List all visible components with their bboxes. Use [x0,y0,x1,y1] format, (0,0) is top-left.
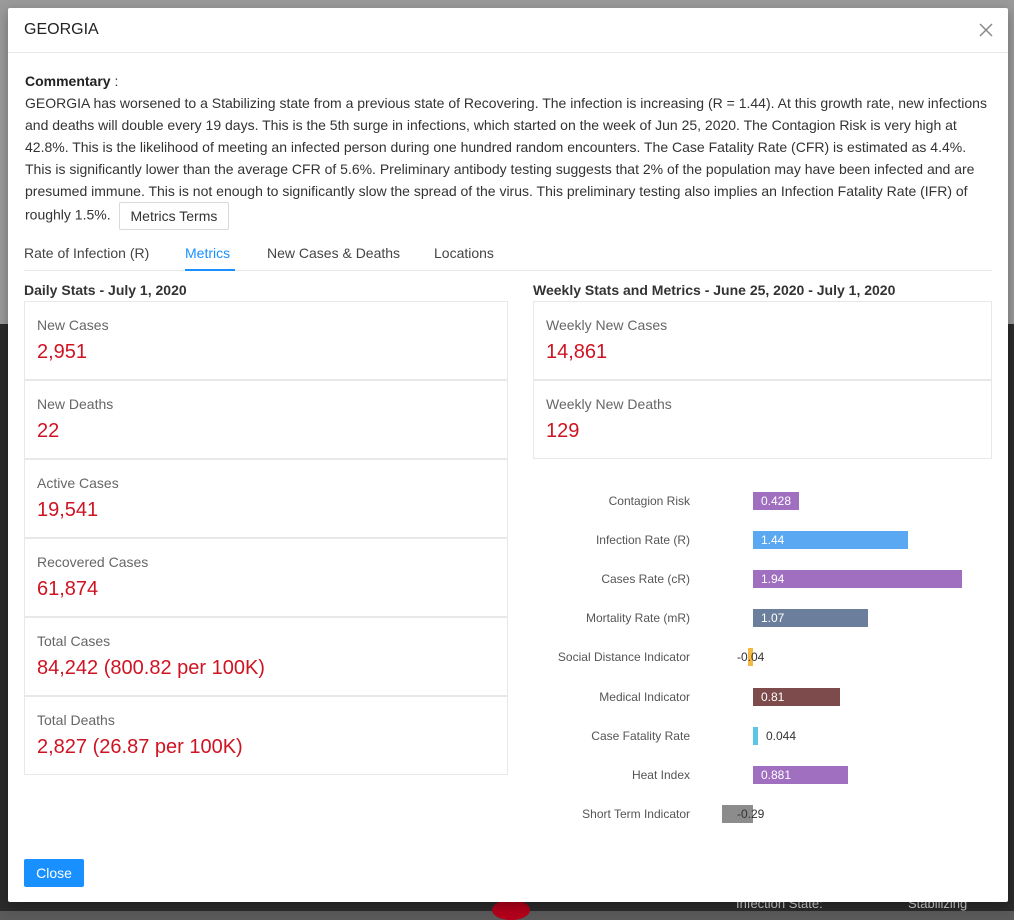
bar-value-short-term-indicator: -0.29 [737,806,765,821]
tab-new-cases-deaths[interactable]: New Cases & Deaths [267,245,400,261]
bar-case-fatality-rate [753,726,758,745]
modal-header: GEORGIA [8,8,1008,53]
commentary: Commentary : GEORGIA has worsened to a S… [25,70,991,230]
stat-card-active-cases: Active Cases 19,541 [24,459,508,538]
bar-value-medical-indicator: 0.81 [761,689,785,704]
bar-label-social-distance-indicator: Social Distance Indicator [557,650,690,665]
stat-label: Total Deaths [37,712,115,728]
stat-label: Recovered Cases [37,554,149,570]
stat-value: 61,874 [37,578,99,600]
bar-value-mortality-rate-mr: 1.07 [761,611,785,626]
stat-label: New Cases [37,317,109,333]
background-map-marker [492,900,530,920]
state-details-modal: GEORGIA Commentary : GEORGIA has worsene… [8,8,1008,902]
active-tab-indicator [185,269,235,271]
stat-value: 2,951 [37,341,88,363]
bar-label-medical-indicator: Medical Indicator [599,689,690,704]
stat-label: Weekly New Cases [546,317,668,333]
bar-value-cases-rate-cr: 1.94 [761,572,785,587]
bar-value-case-fatality-rate: 0.044 [766,728,797,743]
tab-metrics[interactable]: Metrics [185,245,230,261]
weekly-stats-title: Weekly Stats and Metrics - June 25, 2020… [533,282,896,298]
tab-locations[interactable]: Locations [434,245,494,261]
close-icon[interactable] [976,20,996,40]
stat-label: Weekly New Deaths [546,396,672,412]
bar-label-case-fatality-rate: Case Fatality Rate [591,728,690,743]
bar-label-mortality-rate-mr: Mortality Rate (mR) [585,611,690,626]
stat-card-weekly-new-deaths: Weekly New Deaths 129 [533,380,992,459]
tab-bar: Rate of Infection (R) Metrics New Cases … [24,240,992,271]
stat-card-total-cases: Total Cases 84,242 (800.82 per 100K) [24,617,508,696]
metrics-terms-button[interactable]: Metrics Terms [118,202,230,230]
bar-label-short-term-indicator: Short Term Indicator [582,806,690,821]
stat-card-new-cases: New Cases 2,951 [24,301,508,380]
stat-value: 129 [546,420,580,442]
bar-label-infection-rate-r: Infection Rate (R) [595,533,690,548]
stat-label: Total Cases [37,633,111,649]
stat-label: Active Cases [37,475,119,491]
stat-card-total-deaths: Total Deaths 2,827 (26.87 per 100K) [24,696,508,775]
stat-value: 14,861 [546,341,608,363]
stat-label: New Deaths [37,396,114,412]
bar-value-infection-rate-r: 1.44 [761,533,785,548]
bar-label-cases-rate-cr: Cases Rate (cR) [601,572,690,587]
stat-value: 19,541 [37,499,99,521]
bar-value-social-distance-indicator: -0.04 [737,650,765,665]
stat-card-new-deaths: New Deaths 22 [24,380,508,459]
stat-value: 84,242 (800.82 per 100K) [37,657,265,679]
close-button[interactable]: Close [24,859,84,887]
bar-label-contagion-risk: Contagion Risk [608,494,690,508]
daily-stats-title: Daily Stats - July 1, 2020 [24,282,187,298]
bar-value-heat-index: 0.881 [761,767,792,782]
tab-rate-of-infection[interactable]: Rate of Infection (R) [24,245,149,261]
stat-card-recovered-cases: Recovered Cases 61,874 [24,538,508,617]
commentary-label: Commentary [25,73,111,89]
stat-value: 2,827 (26.87 per 100K) [37,736,243,758]
bar-value-contagion-risk: 0.428 [761,494,792,508]
stat-card-weekly-new-cases: Weekly New Cases 14,861 [533,301,992,380]
bar-label-heat-index: Heat Index [631,767,690,782]
modal-title: GEORGIA [24,21,99,38]
stat-value: 22 [37,420,60,442]
